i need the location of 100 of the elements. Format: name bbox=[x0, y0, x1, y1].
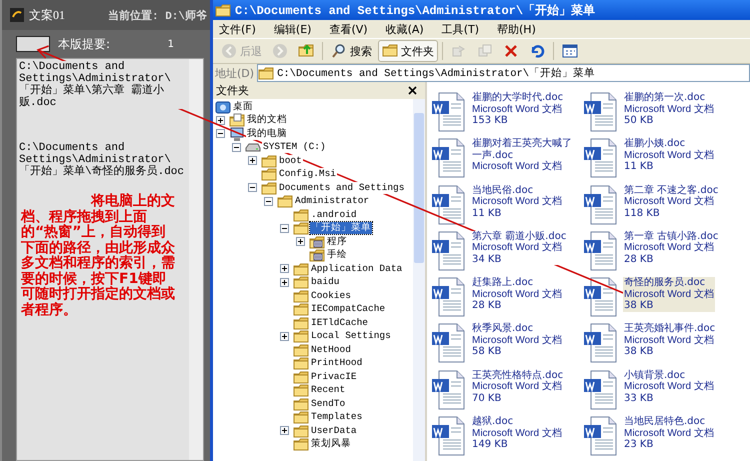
search-icon bbox=[331, 43, 347, 59]
file-item[interactable]: 奇怪的服务员.doc Microsoft Word 文档 38 KB bbox=[623, 277, 715, 312]
expand-toggle-icon[interactable] bbox=[216, 129, 225, 138]
tree-item[interactable]: IECompatCache bbox=[310, 303, 386, 316]
expand-toggle-icon[interactable] bbox=[280, 278, 289, 287]
folder-icon bbox=[293, 262, 309, 276]
expand-toggle-icon[interactable] bbox=[216, 116, 225, 125]
folder-icon bbox=[293, 275, 309, 290]
word-document-icon bbox=[583, 323, 617, 364]
folder-icon bbox=[258, 66, 274, 80]
file-item[interactable]: 小镇背景.doc Microsoft Word 文档 33 KB bbox=[623, 370, 715, 404]
folder-icon bbox=[293, 302, 309, 316]
summary-label: 本版提要: bbox=[58, 36, 110, 52]
word-document-icon bbox=[431, 277, 465, 318]
menu-item[interactable]: 工具(T) bbox=[442, 22, 479, 36]
folder-icon bbox=[293, 424, 309, 438]
app-logo-icon bbox=[10, 8, 24, 22]
delete-icon bbox=[503, 43, 519, 59]
folder-icon bbox=[293, 383, 309, 398]
file-item[interactable]: 第二章 不速之客.doc Microsoft Word 文档 118 KB bbox=[623, 184, 720, 220]
views-icon bbox=[562, 43, 578, 59]
folder-icon bbox=[293, 437, 309, 452]
address-field[interactable]: C:\Documents and Settings\Administrator\「开始」菜单 bbox=[257, 64, 750, 82]
move-to-icon bbox=[451, 43, 467, 59]
word-document-icon bbox=[431, 370, 465, 410]
tree-item[interactable]: 我的文档 bbox=[246, 114, 288, 126]
word-document-icon bbox=[583, 370, 617, 410]
word-document-icon bbox=[431, 416, 465, 456]
word-document-icon bbox=[583, 277, 617, 318]
menu-item[interactable]: 查看(V) bbox=[329, 22, 368, 36]
window-title: C:\Documents and Settings\Administrator\「开始」菜单 bbox=[235, 2, 596, 18]
word-document-icon bbox=[431, 138, 465, 178]
folder-icon bbox=[293, 370, 309, 384]
file-item[interactable]: 崔鹏的大学时代.doc Microsoft Word 文档 153 KB bbox=[471, 92, 564, 126]
word-document-icon bbox=[583, 230, 617, 271]
word-document-icon bbox=[431, 230, 465, 271]
folder-icon bbox=[293, 208, 309, 222]
word-document-icon bbox=[583, 138, 617, 178]
folder-icon bbox=[215, 3, 231, 17]
expand-toggle-icon[interactable] bbox=[296, 237, 305, 246]
tree-item[interactable]: SYSTEM (C:) bbox=[262, 141, 327, 154]
word-document-icon bbox=[431, 184, 465, 225]
tree-item[interactable]: 「开始」菜单 bbox=[310, 222, 372, 234]
computer-icon bbox=[229, 126, 245, 141]
expand-toggle-icon[interactable] bbox=[280, 332, 289, 341]
word-document-icon bbox=[431, 92, 465, 132]
folder-icon bbox=[293, 356, 309, 370]
file-item[interactable]: 王英亮性格特点.doc Microsoft Word 文档 70 KB bbox=[471, 370, 564, 404]
folder-icon bbox=[261, 154, 277, 168]
folder-icon bbox=[293, 329, 309, 344]
word-document-icon bbox=[431, 323, 465, 364]
word-document-icon bbox=[583, 416, 617, 456]
file-item[interactable]: 第六章 霸道小贩.doc Microsoft Word 文档 34 KB bbox=[471, 230, 568, 266]
program-folder-icon bbox=[309, 248, 325, 262]
tree-item[interactable]: Documents and Settings bbox=[278, 182, 406, 194]
copy-to-icon bbox=[477, 43, 493, 59]
expand-toggle-icon[interactable] bbox=[280, 426, 289, 436]
expand-toggle-icon[interactable] bbox=[248, 156, 257, 166]
expand-toggle-icon[interactable] bbox=[232, 142, 241, 152]
folder-icon bbox=[293, 288, 309, 303]
file-item[interactable]: 崔鹏的第一次.doc Microsoft Word 文档 50 KB bbox=[623, 92, 715, 126]
menu-item[interactable]: 帮助(H) bbox=[497, 22, 536, 36]
tree-item[interactable]: 我的电脑 bbox=[246, 128, 288, 140]
pane-title: 文件夹 bbox=[216, 83, 249, 98]
menu-item[interactable]: 收藏(A) bbox=[386, 22, 424, 36]
expand-toggle-icon[interactable] bbox=[248, 183, 257, 192]
tree-item[interactable]: Local Settings bbox=[310, 330, 392, 342]
desktop-icon bbox=[215, 100, 231, 114]
expand-toggle-icon[interactable] bbox=[280, 264, 289, 274]
search-button[interactable]: 搜索 bbox=[327, 40, 376, 62]
document-folder-icon bbox=[229, 113, 245, 128]
expand-toggle-icon[interactable] bbox=[264, 196, 273, 206]
program-folder-icon bbox=[309, 234, 325, 249]
current-location: 当前位置: D:\师爷 bbox=[108, 8, 208, 22]
summary-count: 1 bbox=[168, 38, 174, 50]
scrollbar[interactable] bbox=[413, 99, 425, 461]
tree-item[interactable]: Templates bbox=[310, 411, 364, 424]
expand-toggle-icon[interactable] bbox=[280, 224, 289, 233]
tree-item[interactable]: 桌面 bbox=[232, 100, 254, 113]
close-icon[interactable] bbox=[408, 86, 417, 95]
word-document-icon bbox=[583, 184, 617, 225]
folder-icon bbox=[277, 194, 293, 208]
folders-button[interactable]: 文件夹 bbox=[378, 40, 438, 62]
folder-icon bbox=[293, 316, 309, 330]
tree-item[interactable]: 手绘 bbox=[326, 249, 348, 262]
tree-item[interactable]: Application Data bbox=[310, 262, 404, 275]
drop-target[interactable] bbox=[16, 36, 50, 52]
tree-item[interactable]: Config.Msi bbox=[278, 168, 338, 180]
tree-item[interactable]: 程序 bbox=[326, 236, 348, 248]
menu-item[interactable]: 编辑(E) bbox=[274, 22, 312, 36]
folder-icon bbox=[293, 221, 309, 236]
file-item[interactable]: 第一章 古镇小路.doc Microsoft Word 文档 28 KB bbox=[623, 230, 720, 266]
tree-item[interactable]: 策划风暴 bbox=[310, 438, 352, 450]
window-title: 文案01 bbox=[29, 6, 65, 24]
folder-icon bbox=[261, 167, 277, 182]
menu-item[interactable]: 文件(F) bbox=[219, 22, 256, 36]
instruction-text: 将电脑上的文档、程序拖拽到上面的“热窗”上，自动得到下面的路径，由此形成众多文档和程序的索引，需要的时候，按下F1键即可随时打开指定的文档或者程序。 bbox=[20, 194, 175, 318]
word-document-icon bbox=[583, 92, 617, 132]
scrollbar[interactable] bbox=[189, 59, 203, 460]
undo-icon bbox=[529, 43, 545, 59]
